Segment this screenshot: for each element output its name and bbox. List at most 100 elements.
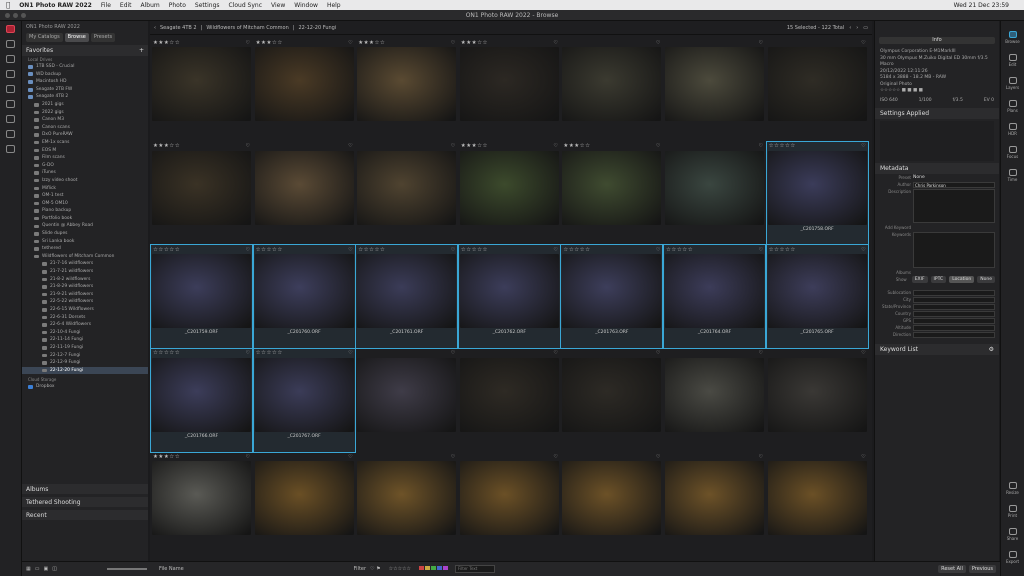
rating-stars[interactable]: ★★★☆☆: [461, 40, 488, 46]
rating-stars[interactable]: ★★★☆☆: [153, 40, 180, 46]
photo-thumbnail[interactable]: [152, 357, 251, 432]
breadcrumb-subfolder[interactable]: 22-12-20 Fungi: [298, 25, 336, 31]
photo-thumbnail[interactable]: [254, 150, 354, 225]
photo-thumbnail[interactable]: [767, 461, 867, 535]
photo-thumbnail[interactable]: [459, 461, 559, 535]
photo-thumbnail[interactable]: [357, 254, 457, 328]
photo-thumbnail[interactable]: [459, 357, 559, 432]
drive-icon[interactable]: [6, 85, 15, 93]
rating-stars[interactable]: ★★★☆☆: [461, 143, 488, 149]
heart-icon[interactable]: ♡: [246, 40, 250, 46]
module-share[interactable]: Share: [1001, 528, 1024, 541]
heart-icon[interactable]: ♡: [553, 143, 557, 149]
keywords-field[interactable]: [913, 232, 995, 268]
folder-item[interactable]: tethered: [22, 245, 148, 253]
menu-edit[interactable]: Edit: [120, 2, 132, 9]
photo-thumbnail[interactable]: [767, 47, 867, 121]
location-field[interactable]: [913, 317, 995, 324]
description-field[interactable]: [913, 189, 995, 223]
show-iptc-button[interactable]: IPTC: [930, 276, 947, 283]
photo-thumbnail[interactable]: [665, 461, 764, 535]
photo-thumbnail[interactable]: [459, 254, 559, 328]
thumbnail-cell[interactable]: ♡: [356, 349, 457, 452]
folder-item[interactable]: Canon scans: [22, 124, 148, 132]
add-favorite-icon[interactable]: +: [139, 47, 144, 54]
camera-icon[interactable]: [6, 70, 15, 78]
thumbnail-cell[interactable]: ♡: [356, 142, 457, 245]
photo-thumbnail[interactable]: [459, 47, 559, 121]
location-field[interactable]: [913, 296, 995, 303]
location-field[interactable]: [913, 310, 995, 317]
filter-text-input[interactable]: Filter Text: [455, 565, 496, 573]
folder-icon[interactable]: [6, 115, 15, 123]
photo-thumbnail[interactable]: [665, 150, 764, 225]
menu-cloud-sync[interactable]: Cloud Sync: [229, 2, 263, 9]
subfolder-item[interactable]: 22-11-14 Fungi: [22, 336, 148, 344]
menu-view[interactable]: View: [271, 2, 285, 9]
tab-browse[interactable]: Browse: [64, 33, 89, 42]
module-export[interactable]: Export: [1001, 551, 1024, 564]
thumbnail-cell[interactable]: ☆☆☆☆☆ ♡ _C201763.ORF: [560, 244, 664, 349]
prev-icon[interactable]: ‹: [849, 25, 851, 31]
minimize-window-button[interactable]: [13, 13, 18, 18]
albums-header[interactable]: Albums: [22, 484, 148, 494]
heart-icon[interactable]: ♡: [656, 454, 660, 460]
heart-icon[interactable]: ♡: [348, 247, 352, 253]
subfolder-item[interactable]: 22-12-9 Fungi: [22, 359, 148, 367]
module-print[interactable]: Print: [1001, 505, 1024, 518]
rating-stars[interactable]: ☆☆☆☆☆: [769, 143, 796, 149]
thumbnail-cell[interactable]: ★★★☆☆ ♡: [561, 142, 662, 245]
photo-thumbnail[interactable]: [254, 47, 354, 121]
rating-stars[interactable]: ★★★☆☆: [563, 143, 590, 149]
rating-stars[interactable]: ☆☆☆☆☆: [666, 247, 693, 253]
photo-thumbnail[interactable]: [254, 357, 354, 432]
thumbnail-cell[interactable]: ☆☆☆☆☆ ♡ _C201764.ORF: [663, 244, 766, 349]
thumbnail-cell[interactable]: ♡: [459, 452, 560, 555]
thumbnail-cell[interactable]: ★★★☆☆ ♡: [459, 38, 560, 141]
thumbnail-cell[interactable]: ♡: [561, 452, 662, 555]
photo-thumbnail[interactable]: [665, 254, 764, 328]
module-edit[interactable]: Edit: [1001, 54, 1024, 67]
apple-icon[interactable]: : [6, 1, 10, 9]
heart-icon[interactable]: ♡: [451, 143, 455, 149]
keyword-list-settings-icon[interactable]: ⚙: [989, 346, 994, 353]
preset-row[interactable]: Preset None: [875, 174, 999, 181]
photo-thumbnail[interactable]: [357, 461, 457, 535]
thumbnail-cell[interactable]: ★★★☆☆ ♡: [151, 142, 252, 245]
photo-thumbnail[interactable]: [357, 47, 457, 121]
rating-stars[interactable]: ☆☆☆☆☆: [153, 350, 180, 356]
folder-item[interactable]: EOS M: [22, 147, 148, 155]
menu-help[interactable]: Help: [327, 2, 341, 9]
photo-thumbnail[interactable]: [767, 357, 867, 432]
photo-thumbnail[interactable]: [254, 254, 354, 328]
subfolder-item[interactable]: 21-7-21 wildflowers: [22, 268, 148, 276]
module-plans[interactable]: Plans: [1001, 100, 1024, 113]
thumbnail-cell[interactable]: ☆☆☆☆☆ ♡ _C201762.ORF: [457, 244, 561, 349]
photo-thumbnail[interactable]: [254, 461, 354, 535]
heart-icon[interactable]: ♡: [656, 40, 660, 46]
subfolder-item[interactable]: 22-6-15 Wildflowers: [22, 306, 148, 314]
grid-view-icon[interactable]: ▦: [26, 566, 31, 572]
thumbnail-cell[interactable]: ☆☆☆☆☆ ♡ _C201765.ORF: [765, 244, 869, 349]
menu-app-name[interactable]: ON1 Photo RAW 2022: [19, 2, 92, 9]
tab-my-catalogs[interactable]: My Catalogs: [26, 33, 63, 42]
heart-icon[interactable]: ♡: [861, 454, 865, 460]
rating-stars[interactable]: ☆☆☆☆☆ ■ ■ ■ ■: [880, 88, 994, 95]
heart-icon[interactable]: ♡: [656, 247, 660, 253]
folder-item[interactable]: OM-5 OM10: [22, 200, 148, 208]
close-window-button[interactable]: [5, 13, 10, 18]
photo-thumbnail[interactable]: [562, 357, 662, 432]
keyword-list-header[interactable]: Keyword List ⚙: [875, 344, 999, 355]
thumbnail-cell[interactable]: ★★★☆☆ ♡: [151, 452, 252, 555]
thumbnail-cell[interactable]: ♡: [254, 452, 355, 555]
rating-stars[interactable]: ☆☆☆☆☆: [769, 247, 796, 253]
subfolder-item[interactable]: 22-12-7 Fungi: [22, 352, 148, 360]
thumbnail-cell[interactable]: ♡: [664, 142, 765, 245]
photo-thumbnail[interactable]: [562, 254, 662, 328]
thumbnail-cell[interactable]: ♡: [767, 349, 868, 452]
heart-icon[interactable]: ♡: [759, 454, 763, 460]
monitor-icon[interactable]: [6, 55, 15, 63]
zoom-window-button[interactable]: [21, 13, 26, 18]
photo-thumbnail[interactable]: [152, 150, 251, 225]
show-location-button[interactable]: Location: [949, 276, 975, 283]
